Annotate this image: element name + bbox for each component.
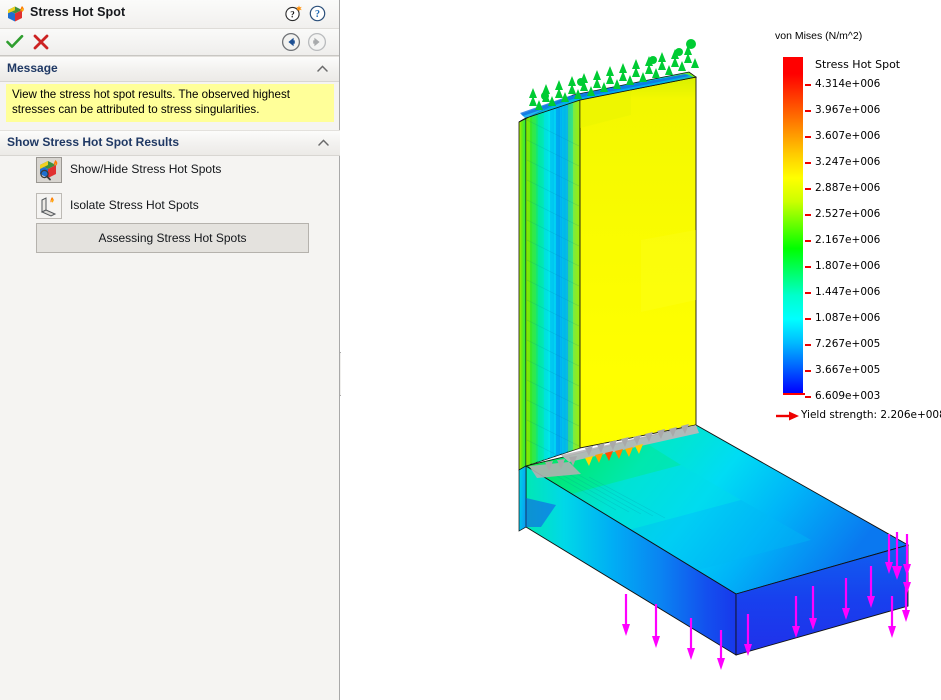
svg-text:?: ? — [290, 9, 295, 19]
legend-tick-label: 2.887e+006 — [815, 182, 881, 194]
legend-tick-label: 3.247e+006 — [815, 156, 881, 168]
ok-button[interactable] — [6, 34, 24, 50]
message-text: View the stress hot spot results. The ob… — [6, 84, 334, 122]
solidworks-simulation-window: Stress Hot Spot ? ? Message View the str… — [0, 0, 941, 700]
legend-yield-text: Yield strength: 2.206e+008 — [801, 409, 941, 421]
legend-tick — [805, 162, 811, 164]
legend-tick-label: 2.167e+006 — [815, 234, 881, 246]
legend-tick — [805, 188, 811, 190]
section-label-message: Message — [7, 61, 58, 75]
assess-hot-spots-button[interactable]: Assessing Stress Hot Spots — [36, 223, 309, 253]
tool-row-isolate: Isolate Stress Hot Spots — [0, 190, 340, 222]
legend-tick-label: 1.807e+006 — [815, 260, 881, 272]
property-manager-navbar — [0, 29, 339, 56]
legend-tick-label: 7.267e+005 — [815, 338, 881, 350]
legend-tick-label: 2.527e+006 — [815, 208, 881, 220]
legend-tick — [805, 318, 811, 320]
tool-label-isolate: Isolate Stress Hot Spots — [70, 198, 199, 212]
svg-text:?: ? — [315, 9, 320, 20]
legend-tick-label: 4.314e+006 — [815, 78, 881, 90]
yield-strength-arrow-icon — [776, 411, 799, 421]
legend-tick — [805, 344, 811, 346]
tool-label-show-hide: Show/Hide Stress Hot Spots — [70, 162, 222, 176]
legend-yield-line — [783, 393, 805, 395]
legend-tick — [805, 396, 811, 398]
legend-tick — [805, 136, 811, 138]
legend-title: von Mises (N/m^2) — [775, 30, 863, 42]
page-title: Stress Hot Spot — [30, 5, 126, 19]
chevron-up-icon[interactable] — [317, 65, 328, 72]
legend-tick-label: 3.607e+006 — [815, 130, 881, 142]
isolate-hot-spots-icon[interactable] — [36, 193, 62, 219]
legend-color-bar — [783, 57, 803, 393]
help-whats-new-icon[interactable]: ? — [284, 4, 303, 23]
section-header-message[interactable]: Message — [0, 56, 339, 82]
property-manager-titlebar: Stress Hot Spot ? ? — [0, 0, 339, 29]
property-manager-panel: Stress Hot Spot ? ? Message View the str… — [0, 0, 340, 700]
legend-tick — [805, 292, 811, 294]
legend-tick — [805, 84, 811, 86]
chevron-up-icon[interactable] — [318, 139, 329, 146]
legend-tick — [805, 240, 811, 242]
graphics-viewport[interactable]: von Mises (N/m^2) Stress Hot Spot 4.314e… — [341, 0, 941, 700]
results-body: Show/Hide Stress Hot Spots Isolate Stres… — [0, 154, 340, 253]
legend-tick-label: 6.609e+003 — [815, 390, 881, 402]
tool-row-show-hide: Show/Hide Stress Hot Spots — [0, 154, 340, 186]
legend-tick-label: 1.087e+006 — [815, 312, 881, 324]
legend-tick-label: 1.447e+006 — [815, 286, 881, 298]
legend-tick — [805, 214, 811, 216]
cancel-button[interactable] — [32, 33, 50, 51]
help-icon[interactable]: ? — [308, 4, 327, 23]
stress-hot-spot-icon — [8, 6, 24, 22]
forward-button[interactable] — [307, 32, 327, 52]
legend-tick-label: 3.967e+006 — [815, 104, 881, 116]
legend-hotspot-label: Stress Hot Spot — [815, 58, 901, 71]
legend-tick — [805, 266, 811, 268]
back-button[interactable] — [281, 32, 301, 52]
show-hide-hot-spots-icon[interactable] — [36, 157, 62, 183]
legend-tick — [805, 110, 811, 112]
section-label-results: Show Stress Hot Spot Results — [7, 135, 180, 149]
message-area: View the stress hot spot results. The ob… — [0, 84, 340, 128]
legend-tick — [805, 370, 811, 372]
legend-tick-label: 3.667e+005 — [815, 364, 881, 376]
section-header-results[interactable]: Show Stress Hot Spot Results — [0, 130, 340, 156]
